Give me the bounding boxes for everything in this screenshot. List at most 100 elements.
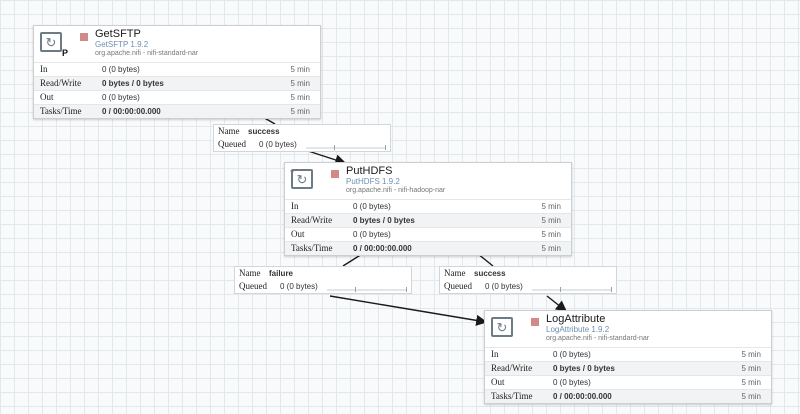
connection-name-value: success bbox=[248, 127, 280, 136]
processor-name: PutHDFS bbox=[346, 165, 393, 177]
connector-failure-line-b[interactable] bbox=[329, 295, 488, 326]
connection-name-row: Name success bbox=[214, 125, 390, 138]
connection-queued-label: Queued bbox=[218, 139, 246, 149]
stat-row-tasks: Tasks/Time 0 / 00:00:00.000 5 min bbox=[485, 389, 771, 403]
processor-type: GetSFTP 1.9.2 bbox=[95, 40, 149, 49]
stat-row-read-write: Read/Write 0 bytes / 0 bytes 5 min bbox=[34, 76, 320, 90]
connection-name-row: Name failure bbox=[235, 267, 411, 280]
processor-getsftp[interactable]: ↻ P GetSFTP GetSFTP 1.9.2 org.apache.nif… bbox=[33, 25, 321, 119]
stat-value: 0 / 00:00:00.000 bbox=[353, 242, 412, 255]
queue-progress-bar bbox=[327, 287, 407, 292]
stopped-status-icon bbox=[531, 318, 539, 326]
stat-row-read-write: Read/Write 0 bytes / 0 bytes 5 min bbox=[485, 361, 771, 375]
stat-value: 0 (0 bytes) bbox=[553, 378, 591, 387]
connection-label-success-1[interactable]: Name success Queued 0 (0 bytes) bbox=[213, 124, 391, 152]
stat-window: 5 min bbox=[541, 202, 561, 211]
stat-row-out: Out 0 (0 bytes) 5 min bbox=[34, 90, 320, 104]
stat-window: 5 min bbox=[290, 93, 310, 102]
stat-label: Tasks/Time bbox=[291, 243, 333, 253]
stat-row-out: Out 0 (0 bytes) 5 min bbox=[485, 375, 771, 389]
processor-logattribute[interactable]: ↻ LogAttribute LogAttribute 1.9.2 org.ap… bbox=[484, 310, 772, 404]
connection-queued-label: Queued bbox=[239, 281, 267, 291]
stat-window: 5 min bbox=[541, 244, 561, 253]
connection-name-value: success bbox=[474, 269, 506, 278]
stat-window: 5 min bbox=[290, 65, 310, 74]
connection-label-failure[interactable]: Name failure Queued 0 (0 bytes) bbox=[234, 266, 412, 294]
stat-label: Tasks/Time bbox=[491, 391, 533, 401]
processor-bundle: org.apache.nifi - nifi-standard-nar bbox=[546, 335, 650, 342]
processor-type: PutHDFS 1.9.2 bbox=[346, 177, 400, 186]
connection-queued-value: 0 (0 bytes) bbox=[485, 282, 523, 291]
connection-name-label: Name bbox=[218, 126, 240, 136]
stat-window: 5 min bbox=[741, 392, 761, 401]
stat-label: In bbox=[291, 201, 299, 211]
stat-window: 5 min bbox=[290, 107, 310, 116]
connection-queued-value: 0 (0 bytes) bbox=[259, 140, 297, 149]
stat-window: 5 min bbox=[741, 378, 761, 387]
connection-queued-value: 0 (0 bytes) bbox=[280, 282, 318, 291]
stat-row-out: Out 0 (0 bytes) 5 min bbox=[285, 227, 571, 241]
connection-name-value: failure bbox=[269, 269, 294, 278]
refresh-processor-icon: ↻ bbox=[491, 317, 513, 337]
stat-row-tasks: Tasks/Time 0 / 00:00:00.000 5 min bbox=[34, 104, 320, 118]
processor-puthdfs[interactable]: ● ↻ PutHDFS PutHDFS 1.9.2 org.apache.nif… bbox=[284, 162, 572, 256]
refresh-processor-icon: ↻ bbox=[40, 32, 62, 52]
stat-value-bold: 0 / 00:00:00.000 bbox=[102, 107, 161, 116]
stat-row-in: In 0 (0 bytes) 5 min bbox=[34, 62, 320, 76]
stat-value: 0 (0 bytes) bbox=[102, 65, 140, 74]
stat-label: In bbox=[40, 64, 48, 74]
stat-label: Tasks/Time bbox=[40, 106, 82, 116]
stat-value: 0 bytes / 0 bytes bbox=[102, 77, 164, 90]
connection-queued-row: Queued 0 (0 bytes) bbox=[235, 280, 411, 293]
queue-progress-bar bbox=[306, 145, 386, 150]
processor-name: LogAttribute bbox=[546, 313, 606, 325]
stopped-status-icon bbox=[80, 33, 88, 41]
stat-value: 0 / 00:00:00.000 bbox=[553, 390, 612, 403]
stat-value-bold: 0 bytes / 0 bytes bbox=[353, 216, 415, 225]
stat-label: Read/Write bbox=[291, 215, 333, 225]
processor-header: ● ↻ PutHDFS PutHDFS 1.9.2 org.apache.nif… bbox=[285, 163, 571, 199]
processor-bundle: org.apache.nifi - nifi-standard-nar bbox=[95, 50, 199, 57]
stat-value: 0 (0 bytes) bbox=[102, 93, 140, 102]
stat-value: 0 (0 bytes) bbox=[553, 350, 591, 359]
connection-queued-row: Queued 0 (0 bytes) bbox=[440, 280, 616, 293]
connection-name-label: Name bbox=[444, 268, 466, 278]
stat-value-bold: 0 bytes / 0 bytes bbox=[553, 364, 615, 373]
stat-row-tasks: Tasks/Time 0 / 00:00:00.000 5 min bbox=[285, 241, 571, 255]
stat-label: Out bbox=[40, 92, 54, 102]
connection-label-success-2[interactable]: Name success Queued 0 (0 bytes) bbox=[439, 266, 617, 294]
stat-value: 0 bytes / 0 bytes bbox=[553, 362, 615, 375]
stopped-status-icon bbox=[331, 170, 339, 178]
stat-window: 5 min bbox=[741, 364, 761, 373]
connection-name-label: Name bbox=[239, 268, 261, 278]
stat-value: 0 / 00:00:00.000 bbox=[102, 105, 161, 118]
connection-queued-label: Queued bbox=[444, 281, 472, 291]
stat-value: 0 (0 bytes) bbox=[353, 202, 391, 211]
connection-name-row: Name success bbox=[440, 267, 616, 280]
stat-window: 5 min bbox=[741, 350, 761, 359]
processor-type: LogAttribute 1.9.2 bbox=[546, 325, 610, 334]
refresh-processor-icon: ↻ bbox=[291, 169, 313, 189]
processor-bundle: org.apache.nifi - nifi-hadoop-nar bbox=[346, 187, 446, 194]
processor-header: ↻ LogAttribute LogAttribute 1.9.2 org.ap… bbox=[485, 311, 771, 347]
primary-node-badge: P bbox=[62, 48, 69, 58]
stat-label: Out bbox=[491, 377, 505, 387]
connection-queued-row: Queued 0 (0 bytes) bbox=[214, 138, 390, 151]
stat-label: Out bbox=[291, 229, 305, 239]
stat-value: 0 (0 bytes) bbox=[353, 230, 391, 239]
stat-label: Read/Write bbox=[40, 78, 82, 88]
stat-label: In bbox=[491, 349, 499, 359]
queue-progress-bar bbox=[532, 287, 612, 292]
stat-window: 5 min bbox=[541, 230, 561, 239]
processor-name: GetSFTP bbox=[95, 28, 141, 40]
stat-window: 5 min bbox=[290, 79, 310, 88]
processor-header: ↻ P GetSFTP GetSFTP 1.9.2 org.apache.nif… bbox=[34, 26, 320, 62]
stat-window: 5 min bbox=[541, 216, 561, 225]
stat-value-bold: 0 / 00:00:00.000 bbox=[353, 244, 412, 253]
stat-value-bold: 0 bytes / 0 bytes bbox=[102, 79, 164, 88]
connector-success-line-2b[interactable] bbox=[546, 295, 568, 312]
stat-value: 0 bytes / 0 bytes bbox=[353, 214, 415, 227]
stat-row-in: In 0 (0 bytes) 5 min bbox=[285, 199, 571, 213]
stat-row-read-write: Read/Write 0 bytes / 0 bytes 5 min bbox=[285, 213, 571, 227]
flow-canvas[interactable]: ↻ P GetSFTP GetSFTP 1.9.2 org.apache.nif… bbox=[0, 0, 800, 414]
